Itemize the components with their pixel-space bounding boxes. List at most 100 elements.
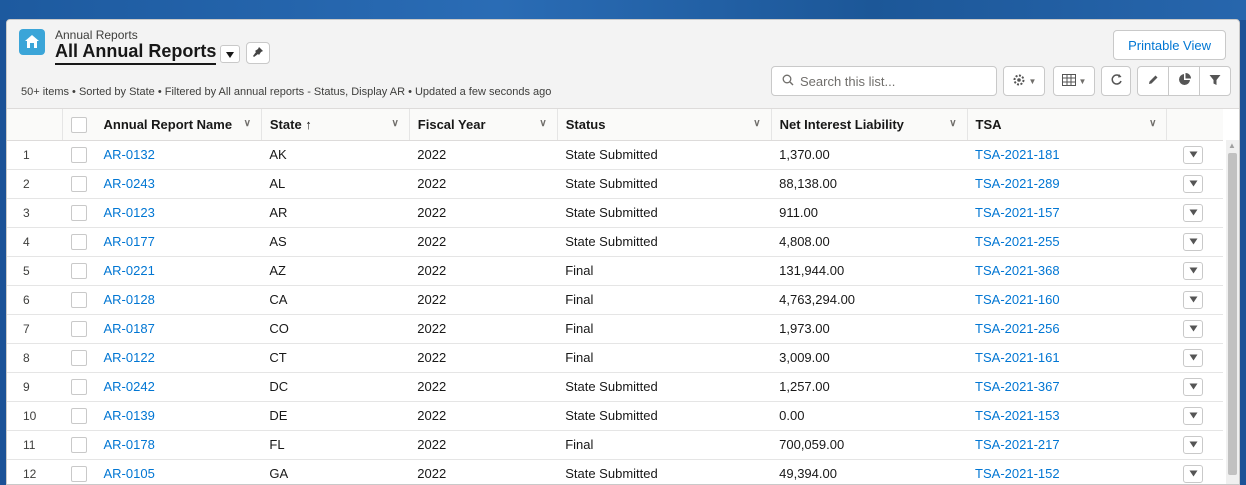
column-header-tsa[interactable]: TSA ∨ [967,109,1168,141]
row-actions-cell [1166,430,1223,460]
tsa-link[interactable]: TSA-2021-181 [975,147,1060,162]
report-name-link[interactable]: AR-0243 [103,176,154,191]
row-actions-button[interactable] [1183,203,1203,222]
table-row: 3 AR-0123 AR 2022 State Submitted 911.00 TSA-2… [7,198,1223,228]
row-checkbox[interactable] [70,204,87,221]
scrollbar-thumb[interactable] [1228,153,1237,475]
chevron-down-icon[interactable]: ∨ [391,118,398,129]
table-body: 1 AR-0132 AK 2022 State Submitted 1,370.00 TSA… [7,140,1223,484]
tsa-link[interactable]: TSA-2021-160 [975,292,1060,307]
chevron-down-icon[interactable]: ∨ [244,118,251,129]
row-checkbox[interactable] [70,378,87,395]
report-name-link[interactable]: AR-0221 [103,263,154,278]
tsa-link[interactable]: TSA-2021-255 [975,234,1060,249]
table-row: 8 AR-0122 CT 2022 Final 3,009.00 TSA-2021-161 [7,343,1223,373]
tsa-cell: TSA-2021-157 [967,198,1167,228]
gear-icon [1012,73,1026,90]
refresh-button[interactable] [1101,66,1131,96]
row-actions-button[interactable] [1183,435,1203,454]
report-name-link[interactable]: AR-0105 [103,466,154,481]
report-name-link[interactable]: AR-0177 [103,234,154,249]
report-name-cell: AR-0177 [95,227,262,257]
tsa-link[interactable]: TSA-2021-157 [975,205,1060,220]
row-actions-button[interactable] [1183,406,1203,425]
report-name-link[interactable]: AR-0187 [103,321,154,336]
caret-down-icon [1189,354,1197,361]
report-name-link[interactable]: AR-0242 [103,379,154,394]
report-name-link[interactable]: AR-0123 [103,205,154,220]
row-actions-cell [1166,285,1223,315]
row-checkbox[interactable] [70,407,87,424]
caret-down-icon [1189,412,1197,419]
row-actions-button[interactable] [1183,145,1203,164]
filter-button[interactable] [1199,66,1231,96]
row-number: 8 [7,343,63,373]
report-name-link[interactable]: AR-0122 [103,350,154,365]
net-interest-liability-cell: 700,059.00 [771,430,968,460]
report-name-link[interactable]: AR-0132 [103,147,154,162]
column-header-annual-report-name[interactable]: Annual Report Name ∨ [95,109,262,141]
pin-list-button[interactable] [246,42,271,64]
scroll-up-arrow-icon[interactable]: ▲ [1228,141,1236,150]
row-actions-button[interactable] [1183,290,1203,309]
net-interest-liability-cell: 4,808.00 [771,227,968,257]
tsa-cell: TSA-2021-152 [967,459,1167,484]
search-box [771,66,997,96]
table-row: 2 AR-0243 AL 2022 State Submitted 88,138.00 TS… [7,169,1223,199]
chevron-down-icon[interactable]: ∨ [753,118,760,129]
column-header-fiscal-year[interactable]: Fiscal Year ∨ [409,109,558,141]
select-all-checkbox[interactable] [71,116,88,133]
caret-down-icon [1189,151,1197,158]
net-interest-liability-cell: 131,944.00 [771,256,968,286]
row-checkbox[interactable] [70,175,87,192]
row-actions-button[interactable] [1183,232,1203,251]
column-header-state[interactable]: State ↑ ∨ [261,109,410,141]
tsa-link[interactable]: TSA-2021-289 [975,176,1060,191]
report-name-link[interactable]: AR-0178 [103,437,154,452]
row-checkbox[interactable] [70,233,87,250]
chevron-down-icon[interactable]: ∨ [539,118,546,129]
list-settings-button[interactable]: ▼ [1003,66,1045,96]
search-input[interactable] [800,73,980,89]
chevron-down-icon[interactable]: ∨ [1149,118,1156,129]
tsa-link[interactable]: TSA-2021-217 [975,437,1060,452]
row-checkbox[interactable] [70,465,87,482]
row-checkbox[interactable] [70,349,87,366]
display-as-button[interactable]: ▼ [1053,66,1095,96]
row-checkbox[interactable] [70,146,87,163]
list-view-title[interactable]: All Annual Reports [55,41,217,65]
row-checkbox[interactable] [70,262,87,279]
inline-edit-button[interactable] [1137,66,1169,96]
row-actions-button[interactable] [1183,348,1203,367]
tsa-link[interactable]: TSA-2021-152 [975,466,1060,481]
row-checkbox[interactable] [70,436,87,453]
printable-view-button[interactable]: Printable View [1113,30,1226,60]
net-interest-liability-cell: 911.00 [771,198,968,228]
tsa-link[interactable]: TSA-2021-367 [975,379,1060,394]
row-actions-button[interactable] [1183,464,1203,483]
report-name-link[interactable]: AR-0128 [103,292,154,307]
net-interest-liability-cell: 3,009.00 [771,343,968,373]
show-charts-button[interactable] [1168,66,1200,96]
tsa-link[interactable]: TSA-2021-153 [975,408,1060,423]
caret-down-icon [1189,325,1197,332]
row-actions-button[interactable] [1183,174,1203,193]
list-view-switcher-button[interactable] [220,45,241,63]
row-actions-button[interactable] [1183,377,1203,396]
list-title-row: All Annual Reports [55,41,271,65]
refresh-icon [1110,73,1123,89]
tsa-link[interactable]: TSA-2021-161 [975,350,1060,365]
row-actions-button[interactable] [1183,319,1203,338]
column-header-net-interest-liability[interactable]: Net Interest Liability ∨ [771,109,968,141]
row-checkbox[interactable] [70,291,87,308]
column-header-status[interactable]: Status ∨ [557,109,772,141]
report-name-link[interactable]: AR-0139 [103,408,154,423]
tsa-link[interactable]: TSA-2021-368 [975,263,1060,278]
filter-icon [1209,74,1221,89]
row-checkbox[interactable] [70,320,87,337]
row-select-cell [62,169,96,199]
row-actions-button[interactable] [1183,261,1203,280]
chevron-down-icon[interactable]: ∨ [949,118,956,129]
tsa-link[interactable]: TSA-2021-256 [975,321,1060,336]
tsa-cell: TSA-2021-153 [967,401,1167,431]
